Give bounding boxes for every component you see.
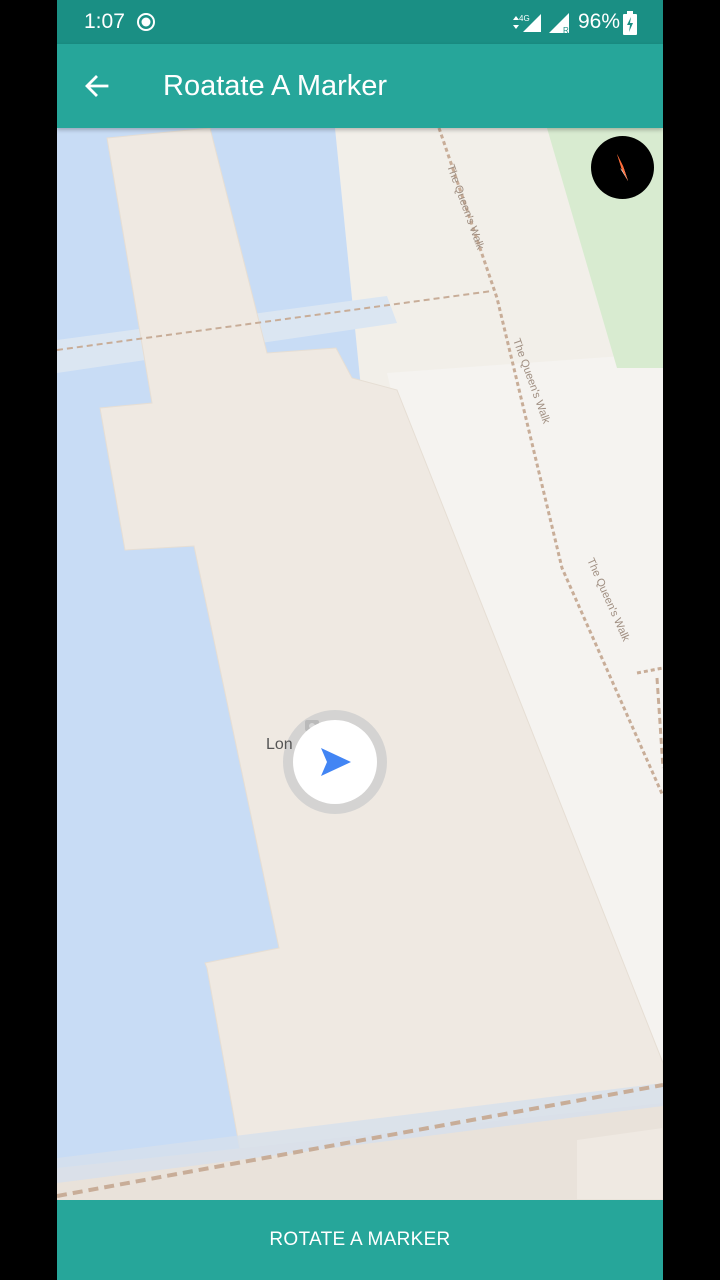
app-bar: Roatate A Marker	[57, 44, 663, 128]
network-icon: 4G	[513, 14, 541, 32]
map-view[interactable]: The Queen's Walk The Queen's Walk The Qu…	[57, 128, 663, 1200]
page-title: Roatate A Marker	[163, 70, 388, 102]
svg-text:4G: 4G	[519, 14, 530, 23]
compass-icon	[617, 154, 628, 181]
back-arrow-icon[interactable]	[83, 72, 111, 100]
place-label: Lon	[266, 736, 293, 753]
status-time: 1:07	[84, 10, 125, 33]
rotating-marker[interactable]	[283, 710, 387, 814]
rotate-marker-button[interactable]: ROTATE A MARKER	[57, 1200, 663, 1280]
compass-button[interactable]	[591, 136, 654, 199]
battery-percent: 96%	[578, 10, 621, 33]
phone-screen: 1:07 4G R 96% Roatate A Marker The Queen…	[57, 0, 663, 1280]
status-bar: 1:07 4G R 96%	[57, 0, 663, 44]
recording-icon	[137, 13, 155, 31]
battery-icon	[623, 11, 637, 35]
svg-text:R: R	[563, 26, 569, 35]
signal-icon: R	[549, 13, 569, 35]
